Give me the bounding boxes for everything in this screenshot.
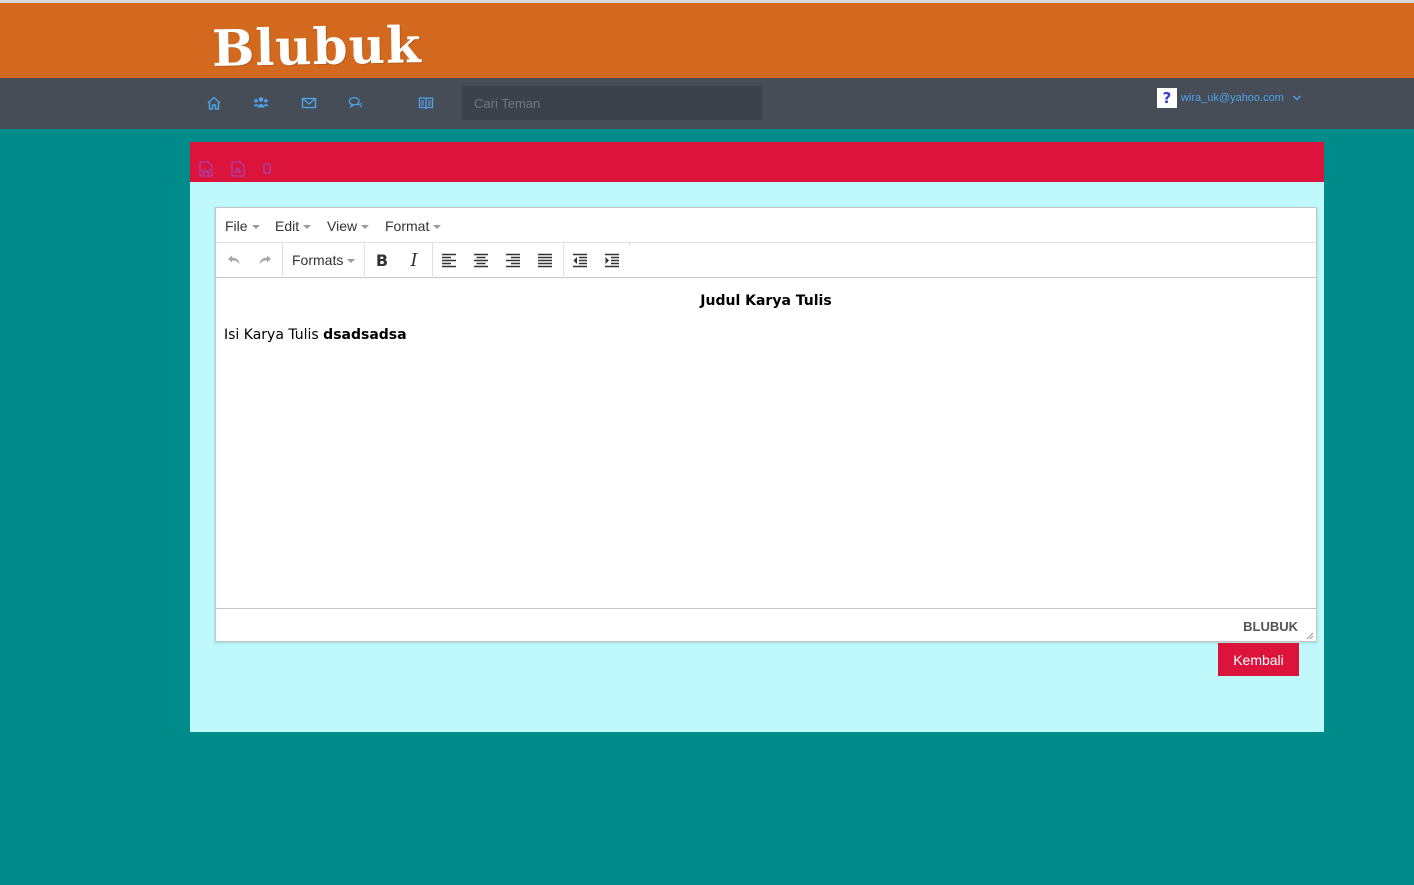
bold-text: dsadsadsa	[323, 327, 407, 343]
user-email: wira_uk@yahoo.com	[1181, 92, 1284, 104]
align-left-icon	[442, 253, 456, 268]
align-left-button[interactable]	[435, 247, 463, 273]
editor-branding: BLUBUK	[1243, 619, 1298, 634]
mail-icon[interactable]	[299, 94, 319, 112]
mobile-icon[interactable]	[263, 161, 272, 177]
document-title: Judul Karya Tulis	[700, 293, 832, 309]
align-justify-button[interactable]	[531, 247, 559, 273]
toolbar-divider	[282, 243, 283, 278]
menu-edit[interactable]: Edit	[275, 218, 312, 234]
nav-bar: ? wira_uk@yahoo.com	[0, 78, 1414, 129]
italic-button[interactable]: I	[400, 247, 428, 273]
editor-menubar: File Edit View Format	[216, 208, 1316, 243]
book-icon[interactable]	[416, 94, 436, 112]
brand-bar: Blubuk	[0, 3, 1414, 78]
resize-handle-icon[interactable]	[1305, 631, 1314, 640]
chevron-down-icon	[1292, 95, 1301, 101]
toolbar-divider	[563, 243, 564, 278]
back-button[interactable]: Kembali	[1218, 643, 1299, 676]
rich-text-editor: File Edit View Format Formats B I Judul …	[215, 207, 1317, 642]
pdf-icon[interactable]	[231, 161, 245, 177]
align-justify-icon	[538, 253, 552, 268]
align-center-button[interactable]	[467, 247, 495, 273]
align-center-icon	[474, 253, 488, 268]
word-doc-icon[interactable]	[199, 161, 213, 177]
outdent-button[interactable]	[566, 247, 594, 273]
bold-button[interactable]: B	[368, 247, 396, 273]
editor-statusbar: BLUBUK	[216, 608, 1316, 642]
friends-icon[interactable]	[251, 94, 271, 112]
menu-view[interactable]: View	[327, 218, 370, 234]
document-panel: File Edit View Format Formats B I Judul …	[190, 142, 1324, 732]
redo-button[interactable]	[251, 247, 279, 273]
search-input[interactable]	[462, 86, 762, 120]
menu-format[interactable]: Format	[385, 218, 442, 234]
undo-icon	[228, 255, 240, 265]
editor-toolbar: Formats B I	[216, 243, 1316, 278]
outdent-icon	[573, 253, 587, 268]
logo[interactable]: Blubuk	[211, 15, 422, 79]
avatar: ?	[1157, 88, 1177, 108]
panel-header	[190, 142, 1324, 182]
chat-icon[interactable]	[346, 94, 366, 112]
formats-dropdown[interactable]: Formats	[292, 252, 356, 268]
indent-button[interactable]	[598, 247, 626, 273]
document-body: Isi Karya Tulis dsadsadsa	[224, 327, 407, 343]
editor-content[interactable]: Judul Karya Tulis Isi Karya Tulis dsadsa…	[216, 279, 1316, 609]
undo-button[interactable]	[220, 247, 248, 273]
home-icon[interactable]	[204, 94, 224, 112]
toolbar-divider	[432, 243, 433, 278]
toolbar-divider	[629, 243, 630, 246]
user-menu[interactable]: ? wira_uk@yahoo.com	[1157, 88, 1302, 108]
menu-file[interactable]: File	[225, 218, 260, 234]
indent-icon	[605, 253, 619, 268]
align-right-button[interactable]	[499, 247, 527, 273]
align-right-icon	[506, 253, 520, 268]
redo-icon	[259, 255, 271, 265]
toolbar-divider	[364, 243, 365, 278]
